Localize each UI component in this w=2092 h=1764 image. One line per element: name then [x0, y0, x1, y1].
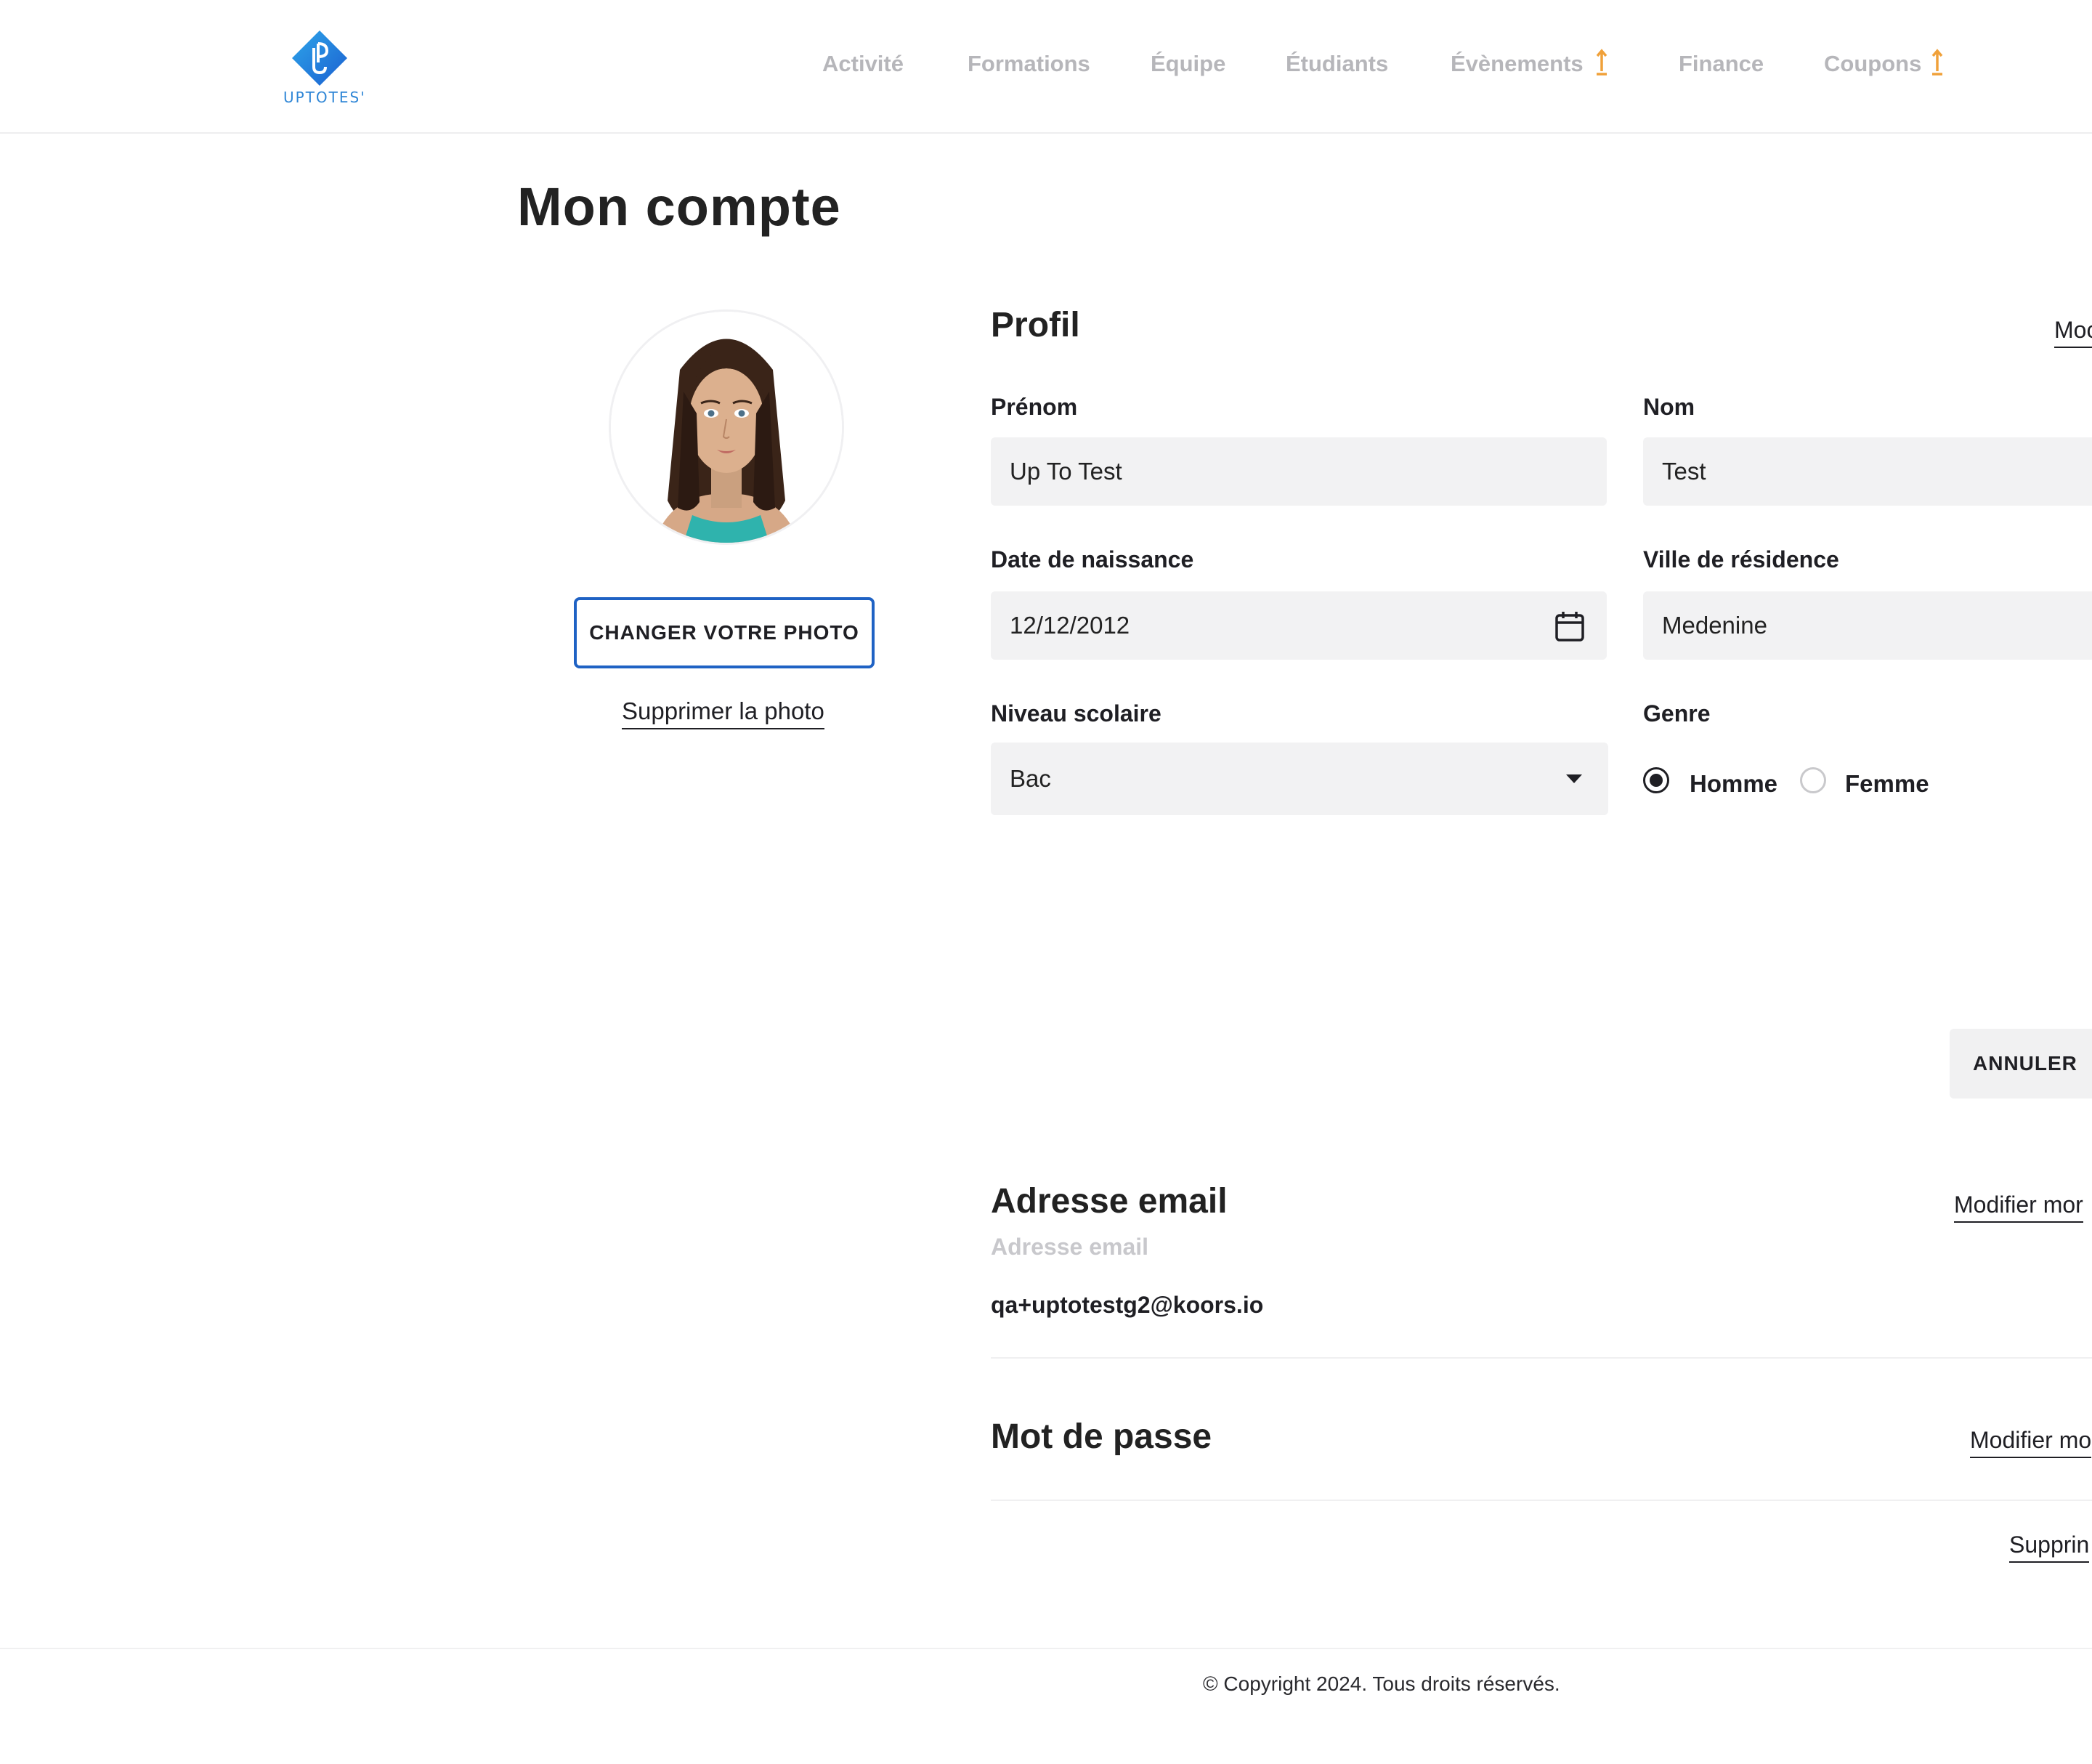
email-title: Adresse email: [991, 1182, 1228, 1221]
city-input[interactable]: Medenine: [1643, 591, 2092, 660]
page-title: Mon compte: [517, 177, 841, 237]
dropdown-caret-icon: [1566, 774, 1582, 783]
delete-account-link[interactable]: Supprin: [2009, 1532, 2090, 1563]
first-name-label: Prénom: [991, 394, 1078, 420]
profile-title: Profil: [991, 306, 1080, 344]
gender-label: Genre: [1643, 700, 1711, 727]
change-photo-button[interactable]: CHANGER VOTRE PHOTO: [574, 597, 875, 668]
footer-copyright: © Copyright 2024. Tous droits réservés.: [1203, 1672, 1560, 1695]
radio-selected-dot: [1650, 774, 1663, 787]
nav-activite[interactable]: Activité: [822, 51, 904, 77]
first-name-value: Up To Test: [1010, 458, 1122, 485]
top-header: UPTOTES' Activité Formations Équipe Étud…: [0, 0, 2092, 134]
last-name-value: Test: [1662, 458, 1706, 485]
birth-date-input[interactable]: 12/12/2012: [991, 591, 1607, 660]
city-label: Ville de résidence: [1643, 546, 1839, 573]
last-name-label: Nom: [1643, 394, 1695, 420]
profile-edit-link[interactable]: Moc: [2054, 317, 2092, 348]
gender-homme-radio[interactable]: [1643, 767, 1669, 793]
avatar: [609, 309, 844, 545]
footer-divider: [0, 1648, 2092, 1649]
nav-etudiants[interactable]: Étudiants: [1286, 51, 1388, 77]
password-title: Mot de passe: [991, 1417, 1212, 1456]
birth-date-value: 12/12/2012: [1010, 612, 1130, 639]
nav-evenements[interactable]: Évènements: [1451, 51, 1584, 77]
coupons-arrow-up-icon: [1931, 49, 1943, 76]
calendar-icon[interactable]: [1554, 610, 1585, 642]
email-sublabel: Adresse email: [991, 1234, 1149, 1260]
cancel-button[interactable]: ANNULER: [1950, 1029, 2092, 1099]
evenements-arrow-up-icon: [1596, 49, 1607, 76]
email-value: qa+uptotestg2@koors.io: [991, 1292, 1264, 1318]
nav-equipe[interactable]: Équipe: [1151, 51, 1225, 77]
nav-coupons[interactable]: Coupons: [1824, 51, 1921, 77]
city-value: Medenine: [1662, 612, 1767, 639]
nav-finance[interactable]: Finance: [1679, 51, 1764, 77]
gender-femme-label[interactable]: Femme: [1845, 770, 1929, 798]
email-edit-link[interactable]: Modifier mor: [1954, 1191, 2083, 1223]
password-edit-link[interactable]: Modifier mo: [1970, 1427, 2092, 1458]
school-level-label: Niveau scolaire: [991, 700, 1161, 727]
school-level-value: Bac: [1010, 765, 1051, 792]
gender-femme-radio[interactable]: [1800, 767, 1826, 793]
last-name-input[interactable]: Test: [1643, 437, 2092, 506]
logo-text: UPTOTES': [283, 89, 366, 106]
divider: [991, 1500, 2092, 1501]
school-level-select[interactable]: Bac: [991, 743, 1608, 815]
birth-date-label: Date de naissance: [991, 546, 1194, 573]
first-name-input[interactable]: Up To Test: [991, 437, 1607, 506]
nav-formations[interactable]: Formations: [968, 51, 1090, 77]
gender-homme-label[interactable]: Homme: [1690, 770, 1777, 798]
delete-photo-link[interactable]: Supprimer la photo: [622, 697, 824, 729]
divider: [991, 1357, 2092, 1359]
